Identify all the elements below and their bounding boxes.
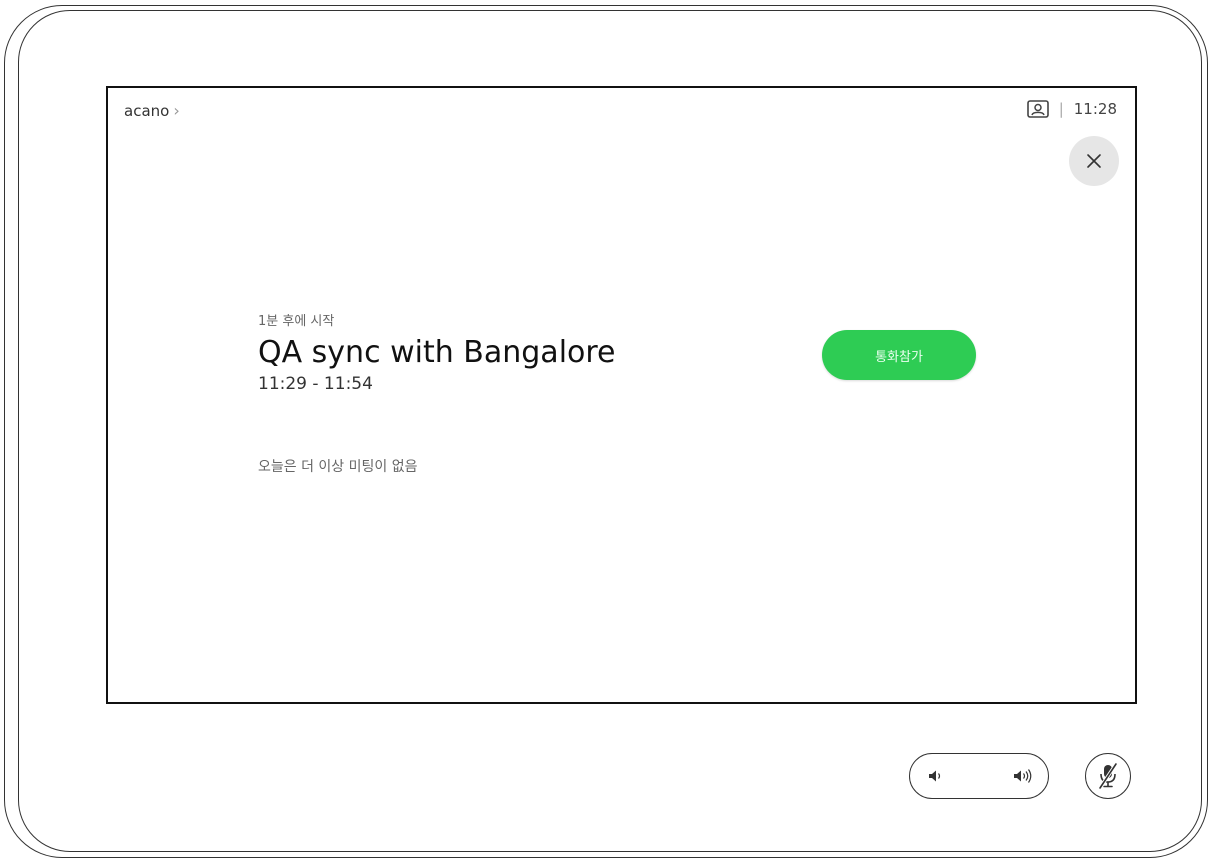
selfview-icon[interactable]	[1026, 100, 1049, 118]
microphone-mute-button[interactable]	[1085, 753, 1131, 799]
volume-control	[909, 753, 1049, 799]
touch-screen: acano › | 11:28 1분 후에 시작 QA sync with Ba…	[106, 86, 1137, 704]
meeting-start-notice: 1분 후에 시작	[258, 314, 335, 329]
no-more-meetings-text: 오늘은 더 이상 미팅이 없음	[258, 459, 418, 475]
volume-up-icon	[1014, 769, 1032, 783]
volume-up-button[interactable]	[1012, 767, 1034, 789]
device-name: acano	[124, 101, 170, 120]
microphone-muted-icon	[1098, 762, 1118, 790]
device-name-link[interactable]: acano ›	[124, 101, 180, 120]
meeting-time-range: 11:29 - 11:54	[258, 374, 373, 394]
status-bar: | 11:28	[1026, 100, 1117, 118]
meeting-title: QA sync with Bangalore	[258, 335, 616, 370]
volume-down-icon	[929, 770, 941, 782]
close-button[interactable]	[1069, 136, 1119, 186]
close-icon	[1087, 154, 1101, 168]
volume-down-button[interactable]	[926, 767, 944, 789]
chevron-right-icon: ›	[173, 101, 180, 120]
status-separator: |	[1058, 100, 1064, 118]
meeting-info: 1분 후에 시작 QA sync with Bangalore 11:29 - …	[258, 310, 616, 394]
clock: 11:28	[1073, 100, 1117, 118]
join-call-button[interactable]: 통화참가	[822, 330, 976, 380]
